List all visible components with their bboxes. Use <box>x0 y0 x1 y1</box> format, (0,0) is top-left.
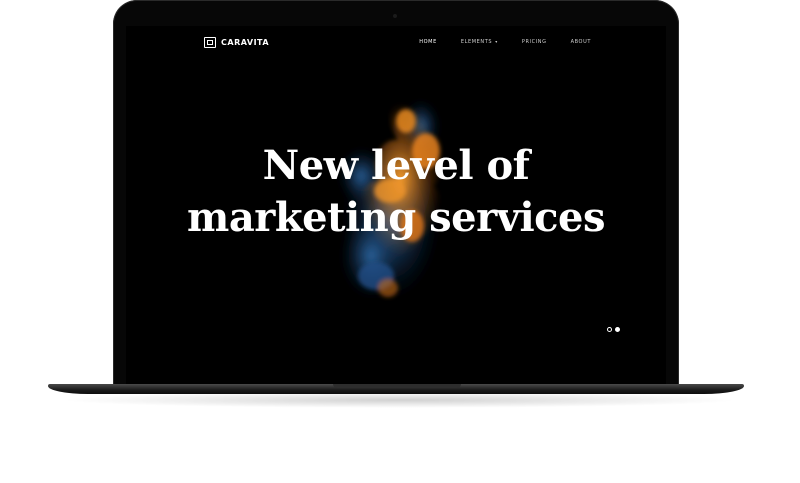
hero-headline: New level of marketing services <box>126 140 666 244</box>
nav-item-pricing[interactable]: PRICING <box>522 39 547 45</box>
brand-name: CARAVITA <box>221 38 270 47</box>
slider-pagination <box>607 327 620 332</box>
caravita-logo-icon <box>204 37 216 48</box>
nav-item-elements[interactable]: ELEMENTS ▾ <box>461 39 498 45</box>
slider-dot-2[interactable] <box>615 327 620 332</box>
nav-item-home[interactable]: HOME <box>419 39 437 45</box>
chevron-down-icon: ▾ <box>495 39 498 44</box>
laptop-mockup: CARAVITA HOME ELEMENTS ▾ PRICING ABOUT Ne… <box>0 0 800 483</box>
laptop-hinge-notch <box>333 384 461 388</box>
nav-item-about[interactable]: ABOUT <box>571 39 591 45</box>
main-navigation: HOME ELEMENTS ▾ PRICING ABOUT <box>419 39 591 45</box>
nav-item-elements-label: ELEMENTS <box>460 39 493 45</box>
brand-logo[interactable]: CARAVITA <box>204 37 269 48</box>
hero-headline-line2: marketing services <box>187 194 605 241</box>
website-screen: CARAVITA HOME ELEMENTS ▾ PRICING ABOUT Ne… <box>126 26 666 386</box>
laptop-shadow <box>60 392 740 408</box>
hero-headline-line1: New level of <box>262 142 530 189</box>
webcam <box>393 14 397 18</box>
slider-dot-1[interactable] <box>607 327 612 332</box>
